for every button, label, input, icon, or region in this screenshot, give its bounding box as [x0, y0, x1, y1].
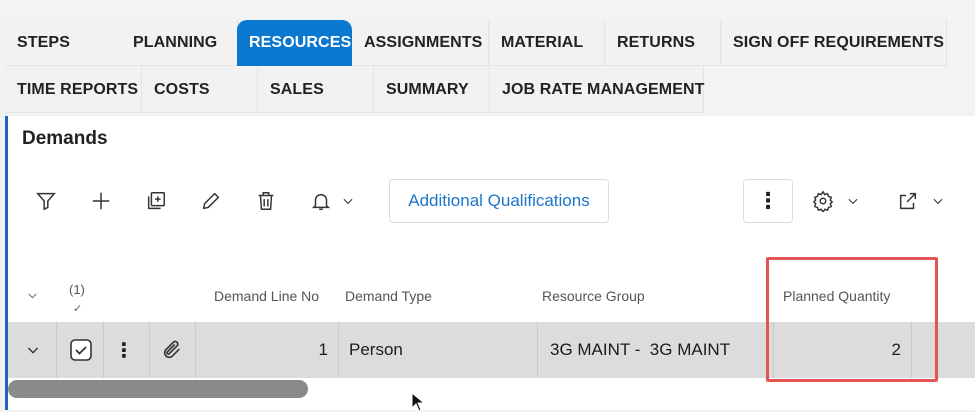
chevron-down-icon[interactable] — [843, 184, 863, 218]
cell-demand-type: Person — [349, 340, 403, 359]
delete-icon[interactable] — [251, 184, 281, 218]
additional-qualifications-button[interactable]: Additional Qualifications — [389, 179, 609, 223]
duplicate-icon[interactable] — [141, 184, 171, 218]
add-icon[interactable] — [86, 184, 116, 218]
section-title: Demands — [22, 128, 108, 149]
demands-panel: Demands Additional Qualifications ⋮ (1) … — [5, 116, 975, 410]
tab-sign-off-requirements[interactable]: SIGN OFF REQUIREMENTS — [721, 20, 947, 66]
chevron-down-icon[interactable] — [928, 184, 948, 218]
chevron-down-icon[interactable] — [338, 184, 358, 218]
tab-time-reports[interactable]: TIME REPORTS — [5, 67, 142, 113]
export-icon[interactable] — [893, 184, 923, 218]
bell-icon[interactable] — [306, 184, 336, 218]
tab-planning[interactable]: PLANNING — [121, 20, 238, 66]
edit-icon[interactable] — [196, 184, 226, 218]
horizontal-scrollbar[interactable] — [8, 380, 308, 398]
col-header-demand-type[interactable]: Demand Type — [345, 288, 432, 304]
gear-icon[interactable] — [808, 184, 838, 218]
cell-planned-quantity: 2 — [891, 340, 901, 359]
tab-costs[interactable]: COSTS — [142, 67, 258, 113]
select-all-check-icon[interactable]: ✓ — [73, 302, 82, 315]
tab-returns[interactable]: RETURNS — [605, 20, 721, 66]
more-options-button[interactable]: ⋮ — [743, 179, 793, 223]
tab-job-rate-management[interactable]: JOB RATE MANAGEMENT — [490, 67, 704, 113]
tab-material[interactable]: MATERIAL — [489, 20, 605, 66]
attachment-icon[interactable] — [159, 322, 185, 378]
mouse-cursor-icon — [411, 392, 426, 412]
col-header-planned-quantity[interactable]: Planned Quantity — [783, 288, 890, 304]
filter-icon[interactable] — [31, 184, 61, 218]
col-header-resource-group[interactable]: Resource Group — [542, 288, 645, 304]
tab-sales[interactable]: SALES — [258, 67, 374, 113]
cell-resource-group: 3G MAINT - 3G MAINT — [550, 340, 731, 359]
tab-steps[interactable]: STEPS — [5, 20, 122, 66]
tab-summary[interactable]: SUMMARY — [374, 67, 490, 113]
col-header-demand-line-no[interactable]: Demand Line No — [214, 288, 319, 304]
tab-bar: STEPS PLANNING RESOURCES ASSIGNMENTS MAT… — [0, 0, 975, 116]
tab-resources[interactable]: RESOURCES — [237, 20, 352, 66]
row-checkbox[interactable] — [68, 322, 94, 378]
expand-all-chevron-icon[interactable] — [22, 284, 42, 306]
row-expand-chevron-icon[interactable] — [20, 322, 46, 378]
tab-assignments[interactable]: ASSIGNMENTS — [352, 20, 489, 66]
selected-count: (1) — [69, 282, 85, 297]
table-row[interactable]: ⋮ 1 Person 3G MAINT - 3G MAINT 2 — [8, 322, 975, 378]
cell-demand-line-no: 1 — [318, 340, 328, 359]
row-more-icon[interactable]: ⋮ — [114, 322, 134, 378]
